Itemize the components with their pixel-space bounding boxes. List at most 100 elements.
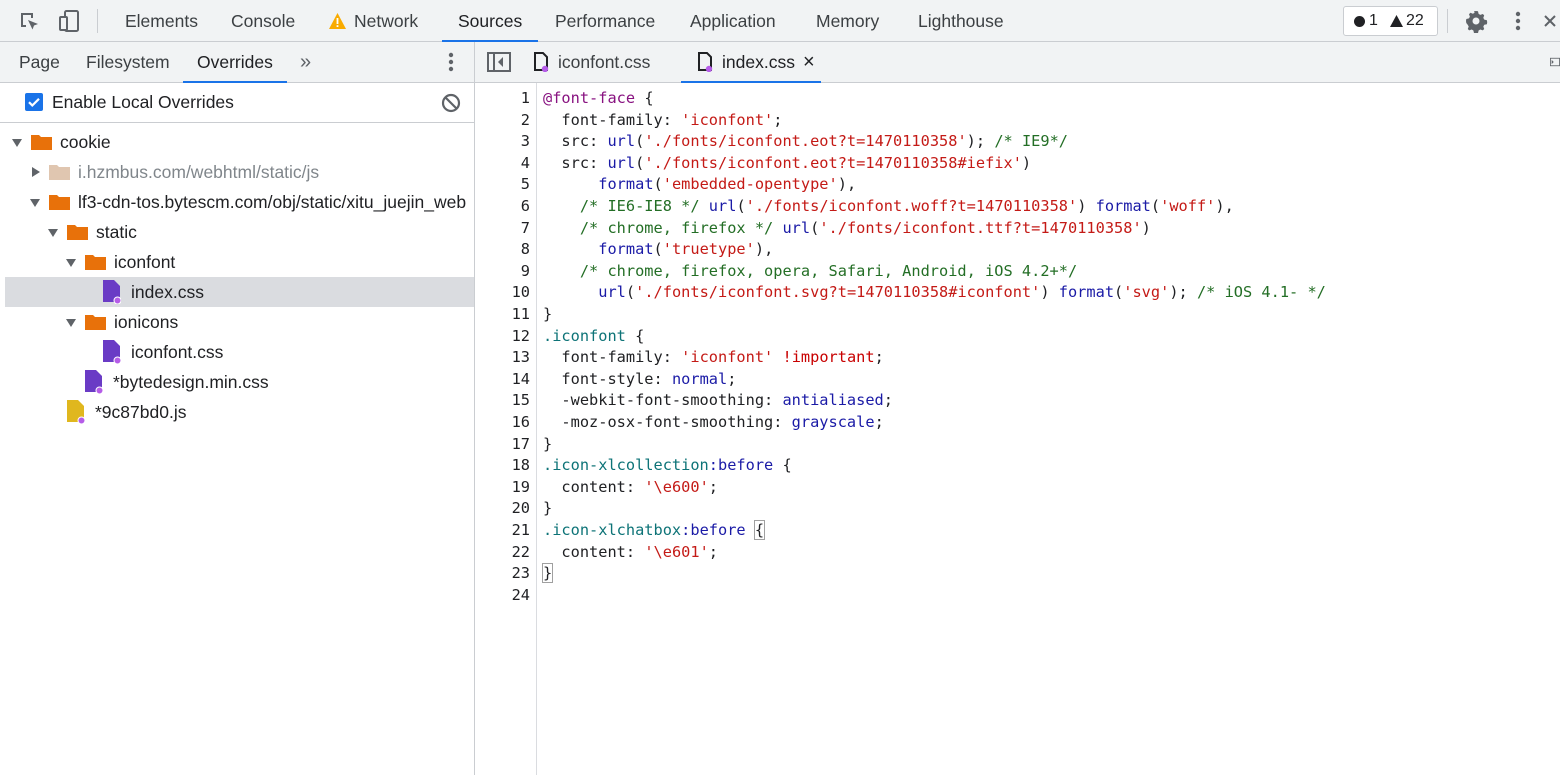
line-number[interactable]: 15 [475, 390, 530, 412]
tree-label: *bytedesign.min.css [113, 372, 269, 392]
navigator-panel: Enable Local Overrides cookie i.hzmbus.c… [0, 83, 475, 775]
expand-arrow-icon[interactable] [48, 229, 58, 237]
code-line[interactable]: content: '\e601'; [543, 542, 718, 564]
tree-file-9c87bd0-js[interactable]: *9c87bd0.js [5, 397, 474, 427]
tree-label: iconfont.css [131, 342, 224, 362]
line-number[interactable]: 16 [475, 412, 530, 434]
code-line[interactable]: } [541, 563, 554, 585]
line-number[interactable]: 24 [475, 585, 530, 607]
code-line[interactable]: .icon-xlchatbox:before { [543, 520, 766, 542]
code-line[interactable]: src: url('./fonts/iconfont.eot?t=1470110… [543, 153, 1031, 175]
line-number[interactable]: 20 [475, 498, 530, 520]
tree-folder-hzmbus[interactable]: i.hzmbus.com/webhtml/static/js [5, 157, 474, 187]
close-devtools-icon[interactable] [1540, 7, 1560, 35]
tab-network[interactable]: Network [329, 0, 418, 42]
tab-performance[interactable]: Performance [555, 0, 655, 42]
code-line[interactable]: font-style: normal; [543, 369, 736, 391]
tab-filesystem[interactable]: Filesystem [86, 42, 170, 82]
code-editor[interactable]: 1 @font-face { 2 font-family: 'iconfont'; 3… [475, 83, 1560, 775]
toggle-navigator-icon[interactable] [485, 48, 513, 76]
code-line[interactable]: format('embedded-opentype'), [543, 174, 856, 196]
line-number[interactable]: 19 [475, 477, 530, 499]
toggle-debugger-icon[interactable] [1543, 48, 1560, 76]
code-line[interactable]: font-family: 'iconfont' !important; [543, 347, 883, 369]
more-options-icon[interactable] [1504, 7, 1532, 35]
line-number[interactable]: 2 [475, 110, 530, 132]
code-line[interactable]: } [543, 304, 552, 326]
code-line[interactable]: src: url('./fonts/iconfont.eot?t=1470110… [543, 131, 1068, 153]
line-number[interactable]: 17 [475, 434, 530, 456]
line-number[interactable]: 11 [475, 304, 530, 326]
tree-label: iconfont [114, 252, 176, 272]
line-number[interactable]: 5 [475, 174, 530, 196]
tab-sources[interactable]: Sources [442, 0, 539, 42]
folder-icon [31, 135, 52, 150]
settings-gear-icon[interactable] [1462, 7, 1490, 35]
navigator-tabbar: Page Filesystem Overrides » [0, 42, 475, 83]
line-number[interactable]: 4 [475, 153, 530, 175]
line-number[interactable]: 3 [475, 131, 530, 153]
tab-memory[interactable]: Memory [816, 0, 879, 42]
line-number[interactable]: 6 [475, 196, 530, 218]
tree-folder-ionicons[interactable]: ionicons [5, 307, 474, 337]
tree-file-iconfont-css[interactable]: iconfont.css [5, 337, 474, 367]
code-line[interactable]: -moz-osx-font-smoothing: grayscale; [543, 412, 883, 434]
line-number[interactable]: 23 [475, 563, 530, 585]
tab-application[interactable]: Application [690, 0, 776, 42]
code-line[interactable]: content: '\e600'; [543, 477, 718, 499]
expand-arrow-icon[interactable] [66, 319, 76, 327]
code-line[interactable]: } [543, 498, 552, 520]
navigator-menu-icon[interactable] [437, 48, 465, 76]
more-tabs-chevron-icon[interactable]: » [300, 42, 311, 82]
code-line[interactable]: @font-face { [543, 88, 654, 110]
code-line[interactable]: /* chrome, firefox, opera, Safari, Andro… [543, 261, 1077, 283]
line-number[interactable]: 13 [475, 347, 530, 369]
tree-folder-iconfont[interactable]: iconfont [5, 247, 474, 277]
expand-arrow-icon[interactable] [12, 139, 22, 147]
css-file-icon [103, 280, 121, 304]
tree-file-bytedesign-css[interactable]: *bytedesign.min.css [5, 367, 474, 397]
tree-folder-bytescm[interactable]: lf3-cdn-tos.bytescm.com/obj/static/xitu_… [5, 187, 474, 217]
line-number[interactable]: 12 [475, 326, 530, 348]
tab-page[interactable]: Page [19, 42, 60, 82]
expand-arrow-icon[interactable] [30, 199, 40, 207]
issues-counter[interactable]: 1 22 [1343, 6, 1438, 36]
line-number[interactable]: 8 [475, 239, 530, 261]
tab-overrides[interactable]: Overrides [183, 42, 287, 83]
code-line[interactable]: .icon-xlcollection:before { [543, 455, 792, 477]
code-line[interactable]: /* IE6-IE8 */ url('./fonts/iconfont.woff… [543, 196, 1234, 218]
tab-console[interactable]: Console [231, 0, 295, 42]
code-line[interactable]: font-family: 'iconfont'; [543, 110, 782, 132]
close-tab-icon[interactable]: × [803, 42, 815, 82]
code-line[interactable]: -webkit-font-smoothing: antialiased; [543, 390, 893, 412]
line-number[interactable]: 1 [475, 88, 530, 110]
code-line[interactable]: .iconfont { [543, 326, 644, 348]
line-number[interactable]: 14 [475, 369, 530, 391]
code-line[interactable]: /* chrome, firefox */ url('./fonts/iconf… [543, 218, 1151, 240]
line-number[interactable]: 10 [475, 282, 530, 304]
line-number[interactable]: 22 [475, 542, 530, 564]
code-line[interactable]: url('./fonts/iconfont.svg?t=1470110358#i… [543, 282, 1326, 304]
line-number[interactable]: 7 [475, 218, 530, 240]
device-toolbar-icon[interactable] [55, 7, 83, 35]
tree-folder-cookie[interactable]: cookie [5, 127, 474, 157]
clear-overrides-icon[interactable] [441, 93, 461, 113]
tree-label: static [96, 222, 137, 242]
line-number[interactable]: 18 [475, 455, 530, 477]
tab-lighthouse[interactable]: Lighthouse [918, 0, 1004, 42]
tree-label: lf3-cdn-tos.bytescm.com/obj/static/xitu_… [78, 192, 467, 212]
tab-elements[interactable]: Elements [125, 0, 198, 42]
enable-overrides-checkbox[interactable] [25, 93, 43, 111]
expand-arrow-icon[interactable] [66, 259, 76, 267]
tree-file-index-css[interactable]: index.css [5, 277, 474, 307]
toolbar-divider [1447, 9, 1448, 33]
devtools-toolbar: Elements Console Network Sources Perform… [0, 0, 1560, 42]
collapse-arrow-icon[interactable] [32, 167, 40, 177]
tree-folder-static[interactable]: static [5, 217, 474, 247]
code-line[interactable]: } [543, 434, 552, 456]
editor-tab-index-css[interactable]: index.css × [681, 42, 821, 83]
code-line[interactable]: format('truetype'), [543, 239, 773, 261]
inspect-element-icon[interactable] [15, 7, 43, 35]
line-number[interactable]: 21 [475, 520, 530, 542]
line-number[interactable]: 9 [475, 261, 530, 283]
